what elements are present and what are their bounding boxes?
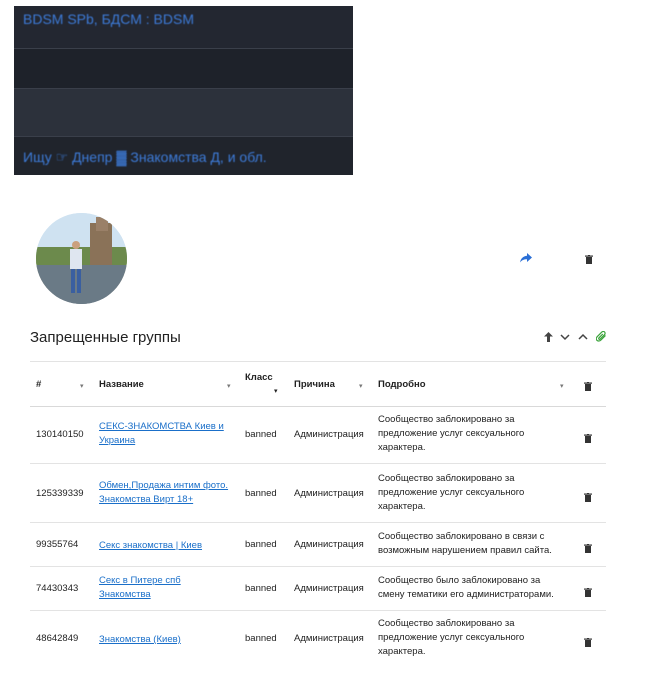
header-details[interactable]: Подробно xyxy=(378,379,426,390)
row-reason: Администрация xyxy=(294,488,364,499)
trash-icon[interactable] xyxy=(584,584,594,597)
banner-top-text: BDSM SPb, БДСМ : BDSM xyxy=(23,11,194,27)
trash-icon[interactable] xyxy=(584,430,594,443)
header-class[interactable]: Класс xyxy=(245,372,273,383)
row-id: 130140150 xyxy=(36,429,84,440)
group-link[interactable]: Секс знакомства | Киев xyxy=(99,539,239,553)
row-details: Сообщество заблокировано за предложение … xyxy=(378,618,525,657)
banner-bottom-text: Ищу ☞ Днепр ▓ Знакомства Д, и обл. xyxy=(23,149,267,165)
row-details: Сообщество заблокировано в связи с возмо… xyxy=(378,531,552,556)
sort-name-icon[interactable]: ▾ xyxy=(227,382,231,390)
row-class: banned xyxy=(245,429,277,440)
group-link[interactable]: Секс в Питере спб Знакомства xyxy=(99,574,199,602)
group-link[interactable]: Знакомства (Киев) xyxy=(99,633,239,647)
row-id: 74430343 xyxy=(36,583,79,594)
chevron-up-icon[interactable] xyxy=(577,330,589,342)
row-class: banned xyxy=(245,583,277,594)
sort-reason-icon[interactable]: ▾ xyxy=(359,382,363,390)
trash-icon[interactable] xyxy=(584,540,594,553)
row-id: 125339339 xyxy=(36,488,84,499)
group-link[interactable]: СЕКС-ЗНАКОМСТВА Киев и Украина xyxy=(99,420,234,448)
trash-icon[interactable] xyxy=(584,489,594,502)
row-details: Сообщество заблокировано за предложение … xyxy=(378,473,525,512)
arrow-up-icon[interactable] xyxy=(542,331,554,343)
trash-icon[interactable] xyxy=(584,634,594,647)
share-icon[interactable] xyxy=(519,252,533,264)
row-details: Сообщество заблокировано за предложение … xyxy=(378,414,525,453)
row-reason: Администрация xyxy=(294,633,364,644)
header-num[interactable]: # xyxy=(36,379,41,390)
sort-details-icon[interactable]: ▾ xyxy=(560,382,564,390)
row-class: banned xyxy=(245,633,277,644)
sort-class-icon[interactable]: ▾ xyxy=(274,387,278,395)
row-class: banned xyxy=(245,539,277,550)
row-reason: Администрация xyxy=(294,429,364,440)
row-reason: Администрация xyxy=(294,539,364,550)
table-row: 99355764 Секс знакомства | Киев banned А… xyxy=(30,523,606,567)
delete-profile-icon[interactable] xyxy=(584,253,594,265)
row-id: 99355764 xyxy=(36,539,79,550)
table-header: # ▾ Название ▾ Класс ▾ Причина ▾ Подробн… xyxy=(30,361,606,407)
section-title: Запрещенные группы xyxy=(30,329,181,346)
sort-num-icon[interactable]: ▾ xyxy=(80,382,84,390)
header-reason[interactable]: Причина xyxy=(294,379,335,390)
table-row: 130140150 СЕКС-ЗНАКОМСТВА Киев и Украина… xyxy=(30,405,606,464)
row-id: 48642849 xyxy=(36,633,79,644)
group-link[interactable]: Обмен,Продажа интим фото. Знакомства Вир… xyxy=(99,479,239,507)
header-name[interactable]: Название xyxy=(99,379,144,390)
row-reason: Администрация xyxy=(294,583,364,594)
row-class: banned xyxy=(245,488,277,499)
table-row: 74430343 Секс в Питере спб Знакомства ba… xyxy=(30,567,606,611)
chevron-down-icon[interactable] xyxy=(559,331,571,343)
profile-banner-image: BDSM SPb, БДСМ : BDSM Ищу ☞ Днепр ▓ Знак… xyxy=(14,6,353,175)
row-details: Сообщество было заблокировано за смену т… xyxy=(378,575,554,600)
table-row: 125339339 Обмен,Продажа интим фото. Знак… xyxy=(30,464,606,523)
delete-all-icon[interactable] xyxy=(584,378,594,391)
avatar[interactable] xyxy=(36,213,127,304)
paperclip-icon[interactable] xyxy=(595,330,607,342)
table-row: 48642849 Знакомства (Киев) banned Админи… xyxy=(30,611,606,669)
